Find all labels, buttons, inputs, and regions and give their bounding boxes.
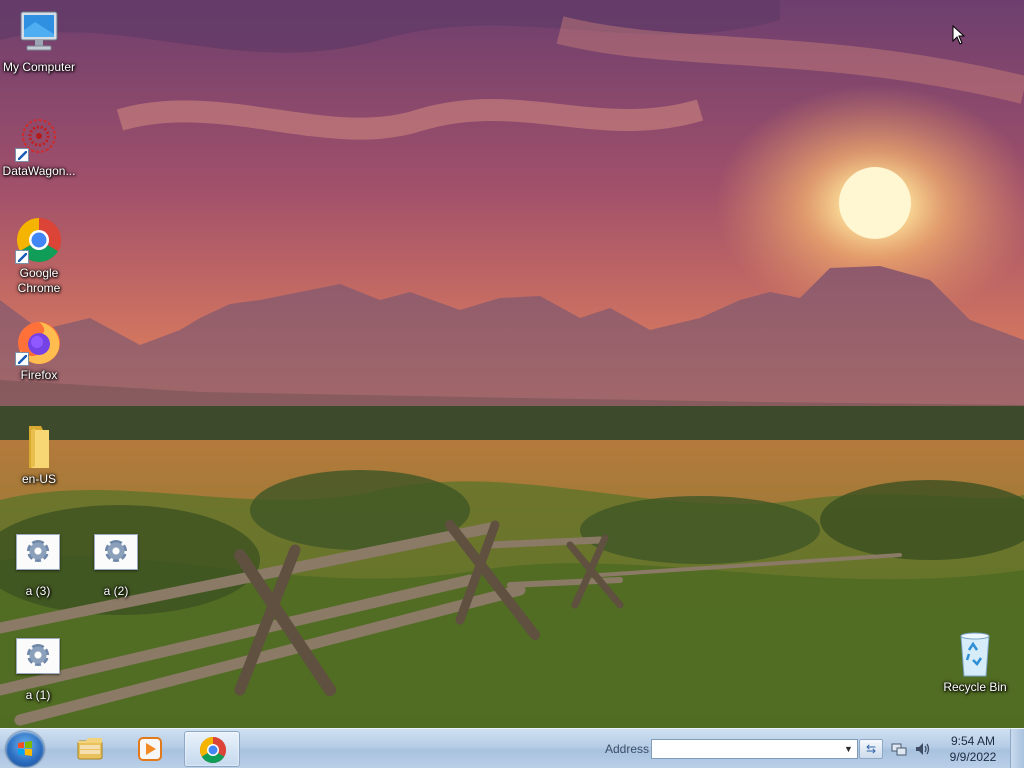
chrome-icon xyxy=(15,216,63,264)
mouse-pointer-icon xyxy=(952,25,966,45)
desktop-wallpaper xyxy=(0,0,1024,768)
refresh-arrows-icon: ⇆ xyxy=(865,742,877,756)
start-button[interactable] xyxy=(6,731,44,767)
desktop-icon-label: a (3) xyxy=(25,584,51,598)
app-gear-icon xyxy=(14,638,62,686)
network-icon[interactable] xyxy=(891,741,907,757)
desktop-icon-my-computer[interactable]: My Computer xyxy=(1,10,77,75)
address-input[interactable] xyxy=(651,739,858,759)
chevron-down-icon[interactable]: ▼ xyxy=(840,740,857,758)
desktop-icon-label: en-US xyxy=(21,472,56,486)
app-gear-icon xyxy=(14,534,62,582)
firefox-icon xyxy=(15,318,63,366)
desktop-icon-datawagon[interactable]: DataWagon... xyxy=(1,114,77,179)
desktop-icon-label: DataWagon... xyxy=(2,164,76,178)
taskbar: Address ▼ ⇆ 9:54 AM 9/9/2022 xyxy=(0,728,1024,768)
chrome-icon xyxy=(199,737,227,764)
desktop-icon-label: a (1) xyxy=(25,688,51,702)
computer-icon xyxy=(15,10,63,58)
clock-date: 9/9/2022 xyxy=(949,750,997,764)
folder-explorer-icon xyxy=(77,738,103,760)
taskbar-button-media-player[interactable] xyxy=(122,731,178,767)
desktop-icon-google-chrome[interactable]: Google Chrome xyxy=(1,216,77,296)
datawagon-icon xyxy=(15,114,63,162)
shortcut-arrow-icon xyxy=(15,148,29,162)
taskbar-clock[interactable]: 9:54 AM 9/9/2022 xyxy=(940,733,1006,765)
desktop-icon-label: My Computer xyxy=(2,60,76,74)
app-gear-icon xyxy=(92,534,140,582)
desktop-icon-a2[interactable]: a (2) xyxy=(78,530,154,599)
desktop-icon-recycle-bin[interactable]: Recycle Bin xyxy=(937,630,1013,695)
desktop-icon-label: Firefox xyxy=(20,368,58,382)
volume-icon[interactable] xyxy=(914,741,930,757)
shortcut-arrow-icon xyxy=(15,250,29,264)
recycle-bin-icon xyxy=(951,630,999,678)
desktop-icon-label: Google Chrome xyxy=(17,266,61,295)
media-player-icon xyxy=(138,737,162,761)
windows-flag-icon xyxy=(18,741,32,756)
show-desktop-button[interactable] xyxy=(1010,729,1024,768)
address-go-button[interactable]: ⇆ xyxy=(859,739,883,759)
desktop-icon-a1[interactable]: a (1) xyxy=(0,634,76,703)
clock-time: 9:54 AM xyxy=(950,734,996,748)
desktop-icon-label: a (2) xyxy=(103,584,129,598)
desktop-icon-en-us[interactable]: en-US xyxy=(1,422,77,487)
taskbar-button-windows-explorer[interactable] xyxy=(62,731,118,767)
address-label: Address xyxy=(605,742,650,756)
desktop-icon-label: Recycle Bin xyxy=(943,680,1007,694)
shortcut-arrow-icon xyxy=(15,352,29,366)
taskbar-button-google-chrome[interactable] xyxy=(184,731,240,767)
desktop-icon-a3[interactable]: a (3) xyxy=(0,530,76,599)
desktop-icon-firefox[interactable]: Firefox xyxy=(1,318,77,383)
folder-icon xyxy=(15,422,63,470)
